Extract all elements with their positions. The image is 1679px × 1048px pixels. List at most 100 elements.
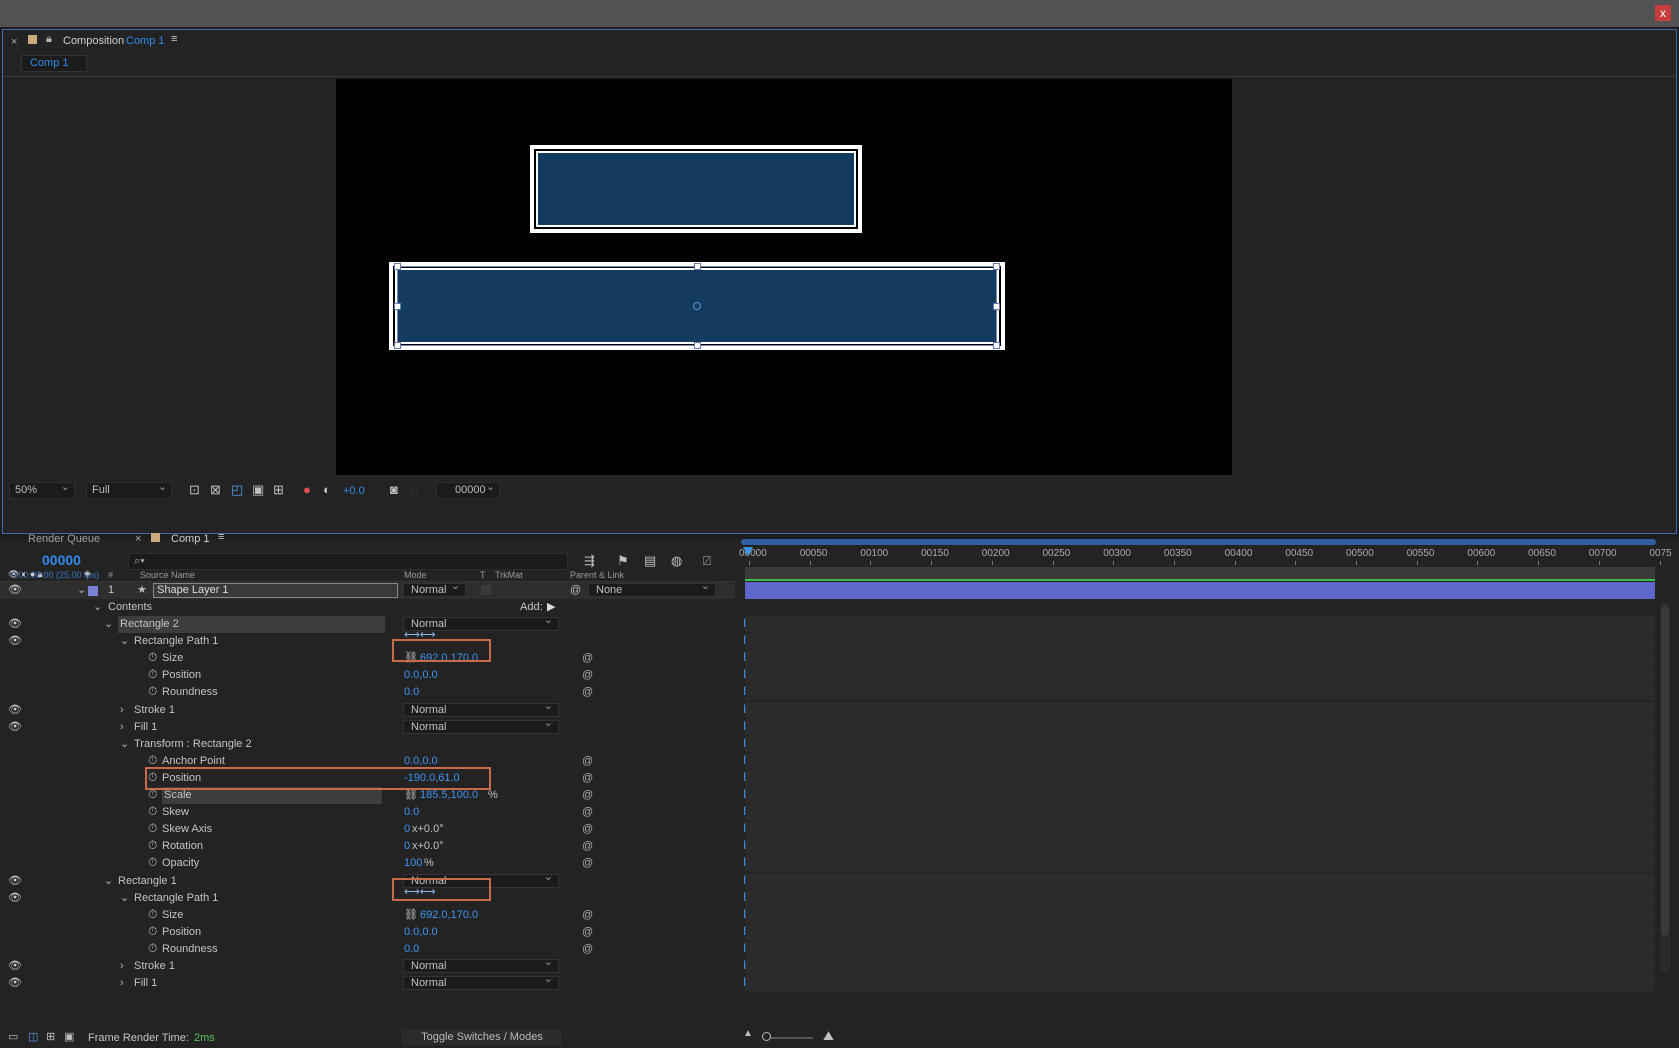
property-track[interactable] [745, 752, 1655, 770]
property-track[interactable] [745, 735, 1655, 753]
chevron-right-icon[interactable]: › [120, 975, 124, 992]
property-track[interactable] [745, 804, 1655, 822]
handle[interactable] [394, 303, 401, 310]
property-row[interactable]: 👁︎ ⌄ Rectangle 1 Normal [0, 871, 735, 890]
handle[interactable] [394, 342, 401, 349]
property-track[interactable] [745, 872, 1655, 890]
property-row[interactable]: 👁︎ ⌄ Rectangle Path 1 ⟷⟷ [0, 886, 735, 907]
property-value[interactable]: 0.0 [404, 804, 419, 821]
layer-name-field[interactable]: Shape Layer 1 [153, 583, 398, 598]
expression-pickwhip-icon[interactable]: @ [582, 804, 593, 821]
property-value[interactable]: 692.0,170.0 [420, 907, 478, 924]
eye-icon[interactable]: 👁︎ [8, 616, 22, 633]
expression-pickwhip-icon[interactable]: @ [582, 667, 593, 684]
time-ruler[interactable]: 00000 00050 00100 00150 00200 00250 00300 00350… [739, 545, 1672, 565]
av-features-icons[interactable]: 👁︎ 🔈︎ ● 🔒︎ [8, 569, 43, 580]
property-track[interactable] [745, 667, 1655, 685]
vertical-scrollbar[interactable] [1660, 602, 1670, 972]
property-track[interactable] [745, 769, 1655, 787]
parent-dropdown[interactable]: None [588, 580, 716, 597]
grid-guides-icon[interactable]: ⊞ [273, 482, 284, 498]
blend-mode-dropdown[interactable]: Normal [403, 700, 559, 717]
blend-mode-dropdown[interactable]: Normal [403, 717, 559, 734]
mask-visibility-icon[interactable]: ◰ [231, 482, 243, 498]
property-track[interactable] [745, 787, 1655, 804]
pickwhip-icon[interactable]: @ [570, 582, 581, 599]
property-track[interactable] [745, 958, 1655, 975]
panel-menu-icon[interactable]: ≡ [171, 33, 177, 45]
color-channels-icon[interactable]: ● [303, 482, 311, 497]
property-value[interactable]: 0.0 [404, 684, 419, 701]
eye-icon[interactable]: 👁︎ [8, 958, 22, 975]
stopwatch-icon[interactable]: ⏱︎ [148, 923, 157, 940]
stopwatch-icon[interactable]: ⏱︎ [148, 854, 157, 871]
property-row[interactable]: ⏱︎ Roundness 0.0 @ [0, 941, 735, 958]
trkmat-checkbox[interactable] [481, 585, 491, 595]
stopwatch-icon[interactable]: ⏱︎ [148, 683, 157, 700]
layer-label-color[interactable] [88, 586, 98, 596]
eye-icon[interactable]: 👁︎ [8, 890, 22, 907]
eye-icon[interactable]: 👁︎ [8, 702, 22, 719]
property-row[interactable]: ⏱︎ Position 0.0,0.0 @ [0, 924, 735, 941]
eye-icon[interactable]: 👁︎ [8, 719, 22, 736]
blend-mode-dropdown[interactable]: Normal [403, 956, 559, 973]
property-track[interactable] [745, 718, 1655, 736]
panel-menu-icon[interactable]: ≡ [218, 531, 224, 543]
property-row[interactable]: 👁︎ › Fill 1 Normal [0, 717, 735, 736]
layer-switches-icon[interactable]: ▭ [8, 1030, 18, 1043]
expression-pickwhip-icon[interactable]: @ [582, 924, 593, 941]
chevron-right-icon[interactable]: › [120, 719, 124, 736]
rectangle-2-shape[interactable] [530, 145, 862, 233]
property-row[interactable]: 👁︎ ⌄ Rectangle Path 1 ⟷⟷ [0, 629, 735, 650]
property-track[interactable] [745, 855, 1655, 873]
transparency-grid-icon[interactable]: ⊠ [210, 482, 221, 498]
property-value[interactable]: 0.0,0.0 [404, 667, 438, 684]
zoom-in-icon[interactable]: ⛰︎ [823, 1028, 834, 1044]
contents-row[interactable]: ⌄ Contents Add: ▶ [0, 599, 735, 616]
lock-icon[interactable]: 🔒︎ [46, 33, 52, 46]
current-frame[interactable]: 00000 [42, 552, 81, 568]
expression-pickwhip-icon[interactable]: @ [582, 787, 593, 804]
property-track[interactable] [745, 684, 1655, 702]
stopwatch-icon[interactable]: ⏱︎ [148, 666, 157, 683]
comp-tab[interactable]: Comp 1 [21, 55, 87, 72]
close-window-button[interactable]: x [1655, 5, 1671, 21]
expression-pickwhip-icon[interactable]: @ [582, 821, 593, 838]
close-tab-icon[interactable]: × [135, 533, 141, 545]
render-queue-tab[interactable]: Render Queue [28, 533, 100, 545]
snapshot-camera-icon[interactable]: ◙ [390, 482, 398, 497]
chevron-right-icon[interactable]: › [120, 958, 124, 975]
playhead-icon[interactable] [743, 547, 753, 556]
anchor-point-icon[interactable] [693, 302, 701, 310]
col-source-name[interactable]: Source Name [140, 570, 195, 580]
handle[interactable] [993, 263, 1000, 270]
eye-icon[interactable]: 👁︎ [8, 633, 22, 650]
in-out-icon[interactable]: ⊞ [46, 1030, 55, 1043]
close-panel-icon[interactable]: × [11, 36, 17, 48]
expression-pickwhip-icon[interactable]: @ [582, 650, 593, 667]
property-value[interactable]: 0 [404, 821, 410, 838]
property-row[interactable]: ⏱︎ Opacity 100% @ [0, 855, 735, 872]
property-track[interactable] [745, 889, 1655, 907]
property-track[interactable] [745, 821, 1655, 839]
show-snapshot-icon[interactable]: ◌ [411, 482, 419, 497]
stopwatch-icon[interactable]: ⏱︎ [148, 820, 157, 837]
stopwatch-icon[interactable]: ⏱︎ [148, 649, 157, 666]
expression-pickwhip-icon[interactable]: @ [582, 838, 593, 855]
eye-icon[interactable]: 👁︎ [8, 873, 22, 890]
property-row[interactable]: ⏱︎ Roundness 0.0 @ [0, 684, 735, 701]
property-value[interactable]: 100 [404, 855, 422, 872]
exposure-value[interactable]: +0.0 [343, 485, 365, 497]
region-of-interest-icon[interactable]: ▣ [252, 482, 264, 498]
comp-tab-label[interactable]: Comp 1 [171, 533, 210, 545]
property-track[interactable] [745, 975, 1655, 993]
property-row[interactable]: 👁︎ › Fill 1 Normal [0, 973, 735, 992]
chevron-down-icon[interactable]: ⌄ [120, 736, 129, 753]
chevron-down-icon[interactable]: ⌄ [120, 890, 129, 907]
constrain-proportions-icon[interactable]: ⛓︎ [404, 907, 418, 924]
expression-pickwhip-icon[interactable]: @ [582, 941, 593, 958]
selection-bounding-box[interactable] [394, 263, 1000, 349]
property-track[interactable] [745, 906, 1655, 924]
comp-canvas[interactable] [336, 79, 1232, 475]
layer-duration-bar[interactable] [745, 582, 1655, 599]
